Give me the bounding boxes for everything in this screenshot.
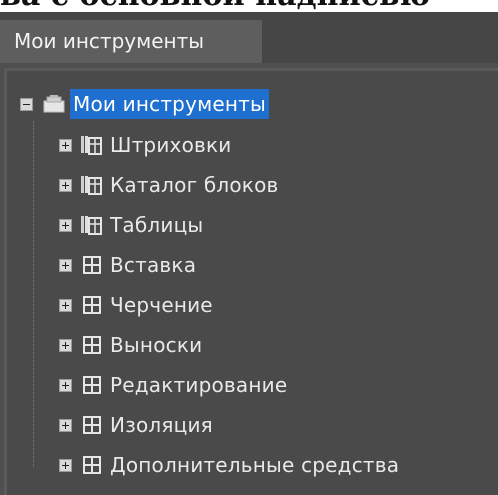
expand-icon[interactable] <box>59 258 72 272</box>
palette-stack-icon <box>81 216 102 235</box>
palette-grid-icon <box>83 376 101 394</box>
palette-tree: Мои инструменты Штриховки Каталог блоков… <box>4 68 498 495</box>
palette-grid-icon <box>83 456 101 474</box>
tree-node-label: Штриховки <box>110 133 232 157</box>
palette-grid-icon <box>83 296 101 314</box>
expand-icon[interactable] <box>59 378 72 392</box>
tree-node-label: Выноски <box>110 333 203 357</box>
expand-icon[interactable] <box>59 458 72 472</box>
expand-icon[interactable] <box>59 178 72 192</box>
tree-node-tables[interactable]: Таблицы <box>59 208 203 242</box>
tree-node-label: Мои инструменты <box>70 89 270 119</box>
tree-node-leaders[interactable]: Выноски <box>59 328 202 362</box>
tree-connector-line <box>33 121 34 467</box>
tree-node-extra-tools[interactable]: Дополнительные средства <box>59 448 399 482</box>
tree-node-label: Черчение <box>110 293 213 317</box>
tree-node-label: Вставка <box>110 253 197 277</box>
tree-node-isolation[interactable]: Изоляция <box>59 408 213 442</box>
tool-palette-group-icon <box>43 95 65 113</box>
tab-strip: Мои инструменты <box>0 12 498 63</box>
palette-grid-icon <box>83 336 101 354</box>
tree-node-insert[interactable]: Вставка <box>59 248 196 282</box>
tool-palettes-panel: Мои инструменты Мои инструменты Штриховк… <box>0 12 498 495</box>
tree-node-editing[interactable]: Редактирование <box>59 368 287 402</box>
tree-node-label: Изоляция <box>110 413 213 437</box>
collapse-icon[interactable] <box>20 97 33 111</box>
tree-node-label: Каталог блоков <box>110 173 279 197</box>
tab-my-tools[interactable]: Мои инструменты <box>0 20 262 63</box>
tree-node-drawing[interactable]: Черчение <box>59 288 213 322</box>
expand-icon[interactable] <box>59 338 72 352</box>
palette-grid-icon <box>83 256 101 274</box>
document-caption: ва с основной надписью <box>0 0 498 12</box>
tree-node-label: Дополнительные средства <box>110 453 400 477</box>
palette-stack-icon <box>81 176 102 195</box>
tree-node-label: Таблицы <box>110 213 204 237</box>
tree-node-hatches[interactable]: Штриховки <box>59 128 231 162</box>
expand-icon[interactable] <box>59 138 72 152</box>
tree-node-block-catalog[interactable]: Каталог блоков <box>59 168 279 202</box>
tree-node-root[interactable]: Мои инструменты <box>20 87 270 121</box>
expand-icon[interactable] <box>59 418 72 432</box>
expand-icon[interactable] <box>59 218 72 232</box>
palette-stack-icon <box>81 136 102 155</box>
palette-grid-icon <box>83 416 101 434</box>
expand-icon[interactable] <box>59 298 72 312</box>
tree-node-label: Редактирование <box>110 373 288 397</box>
